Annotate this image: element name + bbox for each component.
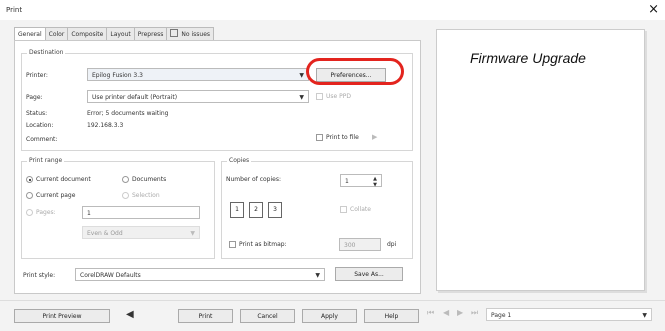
use-ppd-label: Use PPD — [326, 93, 351, 100]
chevron-down-icon: ▼ — [299, 72, 304, 79]
tab-prepress[interactable]: Prepress — [133, 27, 168, 41]
copies-value: 1 — [345, 178, 349, 185]
collate-label: Collate — [350, 206, 371, 213]
play-icon[interactable]: ▶ — [372, 133, 377, 141]
title-bar: Print × — [0, 0, 665, 20]
printer-select[interactable]: Epilog Fusion 3.3 ▼ — [87, 68, 309, 81]
status-label: Status: — [26, 110, 48, 117]
page-selector[interactable]: Page 1 ▼ — [486, 308, 652, 321]
destination-title: Destination — [27, 49, 66, 56]
next-page-icon[interactable]: ▶ — [457, 308, 463, 317]
print-range-group: Print range Current document Documents C… — [21, 157, 215, 259]
copy-tile: 1 — [230, 202, 244, 218]
dpi-input[interactable]: 300 — [339, 238, 381, 251]
chevron-down-icon: ▼ — [315, 272, 320, 279]
print-preview-button[interactable]: Print Preview — [14, 309, 110, 323]
pages-value: 1 — [87, 210, 91, 217]
tab-issues-label: No issues — [181, 31, 211, 38]
location-value: 192.168.3.3 — [87, 122, 124, 129]
even-odd-value: Even & Odd — [87, 230, 123, 237]
tab-issues[interactable]: No issues — [166, 27, 215, 41]
previous-page-icon[interactable]: ◀ — [443, 308, 449, 317]
print-style-value: CorelDRAW Defaults — [80, 272, 141, 279]
copies-title: Copies — [227, 157, 252, 164]
print-button[interactable]: Print — [178, 309, 233, 323]
copies-label: Number of copies: — [226, 176, 281, 183]
current-document-label: Current document — [36, 176, 91, 183]
collapse-preview-icon[interactable]: ◀ — [126, 309, 134, 320]
preview-document-text: Firmware Upgrade — [470, 50, 586, 66]
bottom-bar: Print Preview ◀ Print Cancel Apply Help … — [0, 300, 665, 331]
save-as-button[interactable]: Save As... — [335, 267, 403, 281]
page-value: Use printer default (Portrait) — [92, 94, 178, 101]
printer-label: Printer: — [26, 72, 48, 79]
page-label: Page: — [26, 94, 43, 101]
tab-composite[interactable]: Composite — [67, 27, 108, 41]
documents-label: Documents — [132, 176, 167, 183]
dpi-value: 300 — [344, 242, 356, 249]
comment-label: Comment: — [26, 136, 58, 143]
copy-tile: 3 — [268, 202, 282, 218]
chevron-down-icon: ▼ — [299, 94, 304, 101]
documents-radio[interactable] — [122, 176, 129, 183]
pages-radio[interactable] — [26, 209, 33, 216]
tab-layout[interactable]: Layout — [106, 27, 135, 41]
selection-label: Selection — [132, 192, 160, 199]
window-title: Print — [6, 6, 23, 14]
page-select[interactable]: Use printer default (Portrait) ▼ — [87, 90, 309, 103]
print-range-title: Print range — [27, 157, 65, 164]
copies-input[interactable]: 1 ▲ ▼ — [340, 174, 382, 188]
help-button[interactable]: Help — [364, 309, 419, 323]
cancel-button[interactable]: Cancel — [240, 309, 295, 323]
print-to-file-label: Print to file — [326, 134, 359, 141]
printer-value: Epilog Fusion 3.3 — [92, 72, 143, 79]
close-icon[interactable]: × — [648, 2, 659, 17]
location-label: Location: — [26, 122, 54, 129]
current-page-radio[interactable] — [26, 192, 33, 199]
preferences-highlight — [306, 58, 404, 85]
dpi-unit: dpi — [387, 241, 397, 248]
issues-icon — [170, 29, 179, 37]
print-preview-pane: Firmware Upgrade — [436, 29, 645, 291]
last-page-icon[interactable]: ⏭ — [471, 308, 478, 318]
print-to-file-checkbox[interactable] — [316, 134, 323, 141]
tab-bar: General Color Composite Layout Prepress … — [14, 27, 215, 42]
tab-color[interactable]: Color — [44, 27, 69, 41]
print-style-select[interactable]: CorelDRAW Defaults ▼ — [75, 268, 325, 281]
pages-label: Pages: — [36, 209, 56, 216]
copy-tile: 2 — [249, 202, 263, 218]
use-ppd-checkbox[interactable] — [316, 93, 323, 100]
even-odd-select[interactable]: Even & Odd ▼ — [82, 226, 200, 239]
print-as-bitmap-label: Print as bitmap: — [239, 241, 287, 248]
apply-button[interactable]: Apply — [302, 309, 357, 323]
chevron-down-icon: ▼ — [190, 230, 195, 237]
pages-input[interactable]: 1 — [82, 206, 200, 219]
status-value: Error; 5 documents waiting — [87, 110, 169, 117]
first-page-icon[interactable]: ⏮ — [427, 308, 434, 318]
spinner-icon[interactable]: ▲ ▼ — [373, 176, 377, 188]
chevron-down-icon: ▼ — [642, 312, 647, 319]
collate-checkbox[interactable] — [340, 206, 347, 213]
current-page-label: Current page — [36, 192, 76, 199]
current-document-radio[interactable] — [26, 176, 33, 183]
print-style-label: Print style: — [23, 272, 56, 279]
selection-radio[interactable] — [122, 192, 129, 199]
page-selector-value: Page 1 — [491, 312, 512, 319]
print-as-bitmap-checkbox[interactable] — [229, 241, 236, 248]
print-dialog: Print × General Color Composite Layout P… — [0, 0, 665, 331]
